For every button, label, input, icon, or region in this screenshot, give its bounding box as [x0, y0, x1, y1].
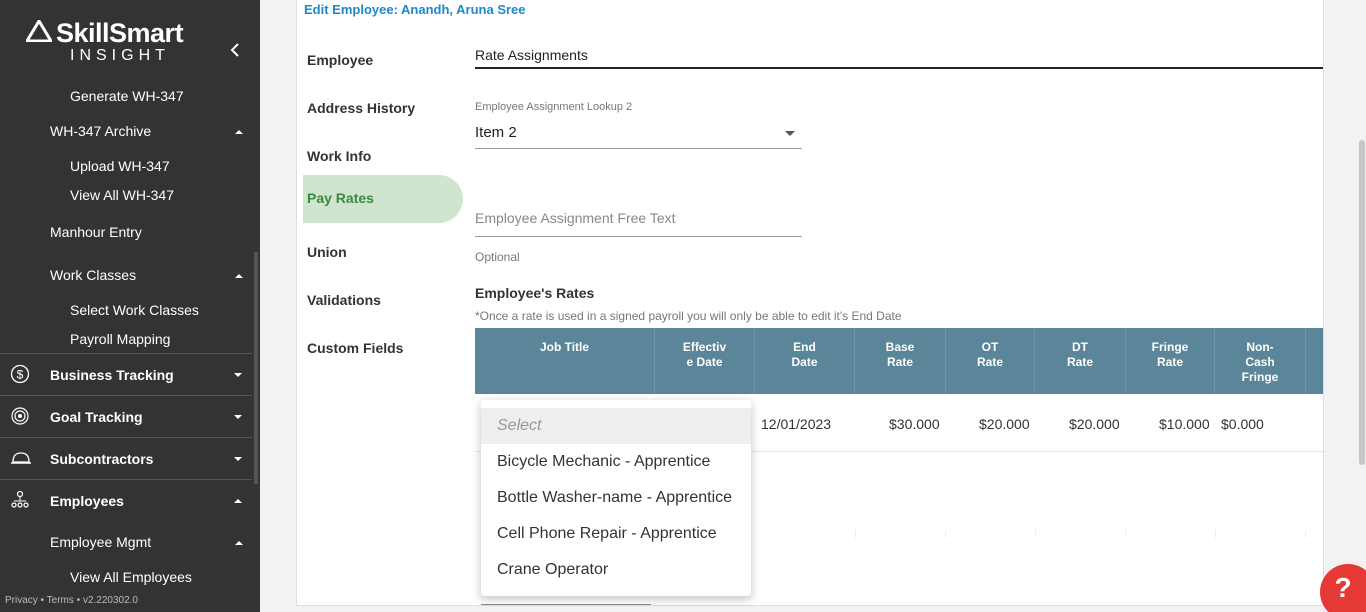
tab-address-history[interactable]: Address History	[303, 86, 463, 134]
sidebar-scrollbar[interactable]	[254, 252, 258, 484]
col-non-cash-fringe[interactable]: Non- Cash Fringe	[1215, 328, 1306, 394]
free-text-input[interactable]: Employee Assignment Free Text	[475, 210, 802, 237]
cell-dt-rate[interactable]: $20.000	[1069, 416, 1120, 432]
chevron-up-icon	[234, 499, 242, 503]
sidebar-item-label: Goal Tracking	[50, 409, 143, 425]
chevron-up-icon[interactable]	[235, 130, 243, 134]
chevron-up-icon[interactable]	[235, 541, 243, 545]
cell-non-cash-fringe[interactable]: $0.000	[1221, 416, 1264, 432]
cell-ot-rate[interactable]: $20.000	[979, 416, 1030, 432]
section-title: Rate Assignments	[475, 47, 1323, 69]
tab-validations[interactable]: Validations	[303, 278, 463, 326]
sidebar-item-work-classes[interactable]: Work Classes	[50, 267, 136, 283]
sidebar-item-subcontractors[interactable]: Subcontractors	[0, 437, 252, 479]
optional-hint: Optional	[475, 250, 520, 264]
rates-note: *Once a rate is used in a signed payroll…	[475, 309, 902, 323]
col-dt-rate[interactable]: DT Rate	[1035, 328, 1126, 394]
dropdown-option-placeholder[interactable]: Select	[481, 408, 751, 444]
hard-hat-icon	[10, 448, 31, 468]
sidebar-item-label: Business Tracking	[50, 367, 174, 383]
tab-employee[interactable]: Employee	[303, 38, 463, 86]
brand-sub: INSIGHT	[70, 47, 170, 64]
cell-fringe-rate[interactable]: $10.000	[1159, 416, 1210, 432]
sidebar-item-wh347-archive[interactable]: WH-347 Archive	[50, 123, 151, 139]
caret-down-icon[interactable]	[785, 131, 795, 136]
divider	[945, 530, 946, 538]
tab-pay-rates[interactable]: Pay Rates	[303, 175, 463, 223]
table-header: Job Title Effectiv e Date End Date Base Rat…	[475, 328, 1323, 394]
sidebar-item-label: Employees	[50, 493, 124, 509]
col-job-title[interactable]: Job Title	[475, 328, 655, 394]
lookup-label: Employee Assignment Lookup 2	[475, 101, 633, 113]
sidebar-item-upload-wh347[interactable]: Upload WH-347	[70, 158, 170, 174]
sidebar-item-select-work-classes[interactable]: Select Work Classes	[70, 302, 199, 318]
chevron-down-icon	[234, 457, 242, 461]
brand-logo[interactable]: SkillSmart INSIGHT	[26, 18, 196, 68]
brand-name: SkillSmart	[56, 18, 184, 48]
chevron-down-icon	[234, 415, 242, 419]
divider	[481, 604, 651, 605]
dollar-icon: $	[10, 364, 30, 384]
logo-triangle-icon	[26, 20, 52, 42]
col-end-date[interactable]: End Date	[755, 328, 855, 394]
col-effective-date[interactable]: Effectiv e Date	[655, 328, 755, 394]
tab-custom-fields[interactable]: Custom Fields	[303, 326, 463, 374]
main-content: Edit Employee: Anandh, Aruna Sree Employ…	[260, 0, 1366, 612]
lookup-select[interactable]: Item 2	[475, 124, 802, 149]
dropdown-option[interactable]: Crane Operator	[481, 552, 751, 588]
col-ot-rate[interactable]: OT Rate	[946, 328, 1035, 394]
dropdown-option[interactable]: Bicycle Mechanic - Apprentice	[481, 444, 751, 480]
footer-links[interactable]: Privacy • Terms • v2.220302.0	[5, 595, 138, 606]
page-scrollbar[interactable]	[1359, 140, 1365, 465]
col-base-rate[interactable]: Base Rate	[855, 328, 946, 394]
svg-text:$: $	[17, 368, 24, 382]
sidebar-item-employees[interactable]: Employees	[0, 479, 252, 521]
sidebar-item-manhour-entry[interactable]: Manhour Entry	[50, 224, 142, 240]
cell-base-rate[interactable]: $30.000	[889, 416, 940, 432]
sidebar-item-business-tracking[interactable]: $ Business Tracking	[0, 353, 252, 395]
job-title-dropdown: Select Bicycle Mechanic - Apprentice Bot…	[481, 400, 751, 596]
divider	[1215, 530, 1216, 538]
org-chart-icon	[10, 490, 30, 510]
sidebar-item-label: Subcontractors	[50, 451, 154, 467]
divider	[1125, 530, 1126, 538]
tab-union[interactable]: Union	[303, 230, 463, 278]
sidebar-item-view-all-wh347[interactable]: View All WH-347	[70, 187, 174, 203]
dropdown-option[interactable]: Cell Phone Repair - Apprentice	[481, 516, 751, 552]
chevron-down-icon	[234, 373, 242, 377]
sidebar-item-payroll-mapping[interactable]: Payroll Mapping	[70, 331, 170, 347]
sidebar-item-generate-wh347[interactable]: Generate WH-347	[70, 88, 184, 104]
sidebar-item-goal-tracking[interactable]: Goal Tracking	[0, 395, 252, 437]
sidebar-item-view-all-employees[interactable]: View All Employees	[70, 569, 192, 585]
page-title: Edit Employee: Anandh, Aruna Sree	[304, 2, 526, 17]
sidebar-item-employee-mgmt[interactable]: Employee Mgmt	[50, 534, 151, 550]
col-fringe-rate[interactable]: Fringe Rate	[1126, 328, 1215, 394]
collapse-sidebar-icon[interactable]	[226, 40, 244, 60]
target-icon	[10, 406, 30, 426]
rates-heading: Employee's Rates	[475, 285, 595, 301]
sidebar: SkillSmart INSIGHT Generate WH-347 WH-34…	[0, 0, 260, 612]
chevron-up-icon[interactable]	[235, 274, 243, 278]
cell-end-date[interactable]: 12/01/2023	[761, 416, 831, 432]
divider	[1305, 530, 1306, 538]
divider	[855, 530, 856, 538]
dropdown-option[interactable]: Bottle Washer-name - Apprentice	[481, 480, 751, 516]
divider	[1035, 530, 1036, 538]
